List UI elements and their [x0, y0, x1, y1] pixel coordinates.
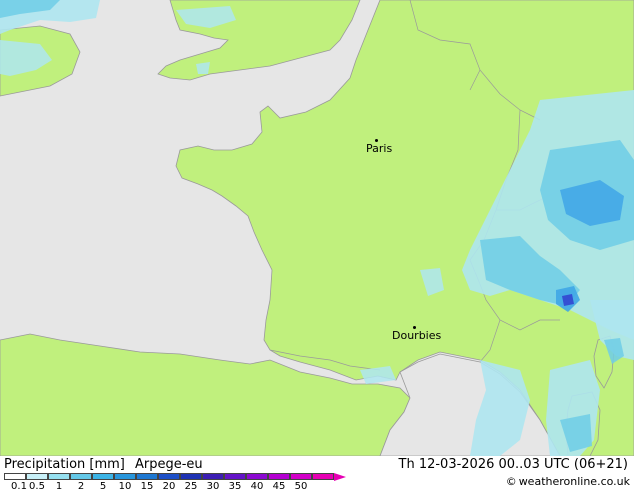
map-canvas	[0, 0, 634, 456]
colorbar-tick-label: 45	[272, 481, 286, 492]
colorbar-segment	[114, 473, 136, 480]
legend-bar: Precipitation [mm] Arpege-eu Th 12-03-20…	[0, 456, 634, 492]
colorbar-segment	[136, 473, 158, 480]
colorbar-tick-label: 35	[228, 481, 242, 492]
legend-title: Precipitation [mm]	[4, 457, 125, 472]
colorbar-tick-label: 0.1	[11, 481, 27, 492]
colorbar-segment	[224, 473, 246, 480]
city-label-dourbies: Dourbies	[392, 329, 442, 342]
colorbar-segment	[246, 473, 268, 480]
colorbar-segment	[180, 473, 202, 480]
legend-title-row: Precipitation [mm] Arpege-eu	[4, 457, 209, 472]
colorbar-segment	[92, 473, 114, 480]
precipitation-colorbar	[4, 473, 334, 480]
precipitation-map[interactable]: Paris Dourbies	[0, 0, 634, 456]
colorbar-segment	[268, 473, 290, 480]
colorbar-tick-label: 1	[55, 481, 63, 492]
copyright-icon: ©	[505, 475, 517, 488]
colorbar-arrow-icon	[334, 473, 346, 481]
credit-text: weatheronline.co.uk	[518, 475, 630, 488]
colorbar-tick-label: 5	[99, 481, 107, 492]
colorbar-segment	[158, 473, 180, 480]
validity-time: Th 12-03-2026 00..03 UTC (06+21)	[398, 457, 629, 472]
colorbar-segment	[312, 473, 334, 480]
colorbar-tick-label: 50	[294, 481, 308, 492]
model-name: Arpege-eu	[135, 457, 203, 472]
colorbar-tick-label: 2	[77, 481, 85, 492]
colorbar-tick-label: 10	[118, 481, 132, 492]
colorbar-tick-label: 0.5	[29, 481, 45, 492]
colorbar-segment	[26, 473, 48, 480]
colorbar-segment	[70, 473, 92, 480]
city-label-paris: Paris	[366, 142, 393, 155]
colorbar-segment	[202, 473, 224, 480]
credit[interactable]: © weatheronline.co.uk	[506, 475, 630, 488]
colorbar-tick-label: 20	[162, 481, 176, 492]
colorbar-tick-label: 25	[184, 481, 198, 492]
colorbar-segment	[290, 473, 312, 480]
colorbar-tick-label: 30	[206, 481, 220, 492]
colorbar-tick-label: 40	[250, 481, 264, 492]
colorbar-tick-label: 15	[140, 481, 154, 492]
colorbar-segment	[4, 473, 26, 480]
colorbar-segment	[48, 473, 70, 480]
